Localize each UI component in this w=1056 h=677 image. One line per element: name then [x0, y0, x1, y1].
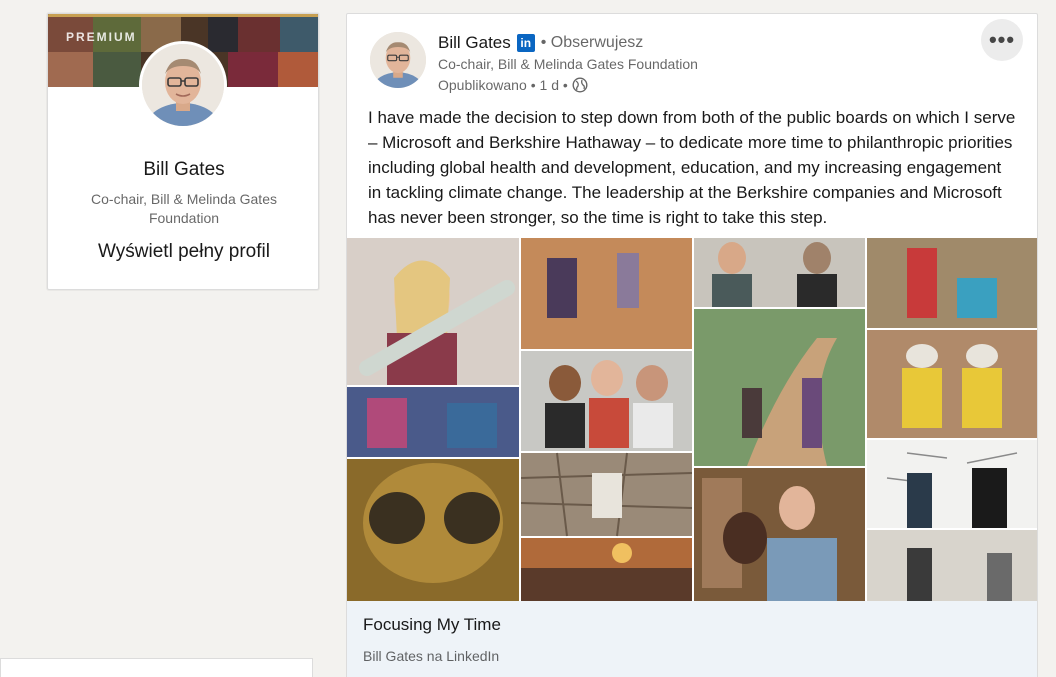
profile-card: PREMIUM Bill Gates Co-chair, Bill & Meli…	[47, 13, 319, 290]
profile-avatar[interactable]	[139, 41, 227, 129]
post-image-collage[interactable]	[347, 238, 1037, 601]
follow-status: • Obserwujesz	[540, 34, 644, 51]
published-label: Opublikowano	[438, 77, 527, 93]
author-avatar[interactable]	[370, 32, 426, 88]
globe-icon	[572, 77, 588, 93]
linkedin-icon: in	[516, 34, 535, 52]
post-meta: Opublikowano • 1 d •	[438, 76, 588, 94]
author-row: Bill Gates in • Obserwujesz	[438, 32, 643, 54]
premium-label: PREMIUM	[66, 30, 137, 44]
author-name[interactable]: Bill Gates	[438, 33, 511, 53]
author-headline: Co-chair, Bill & Melinda Gates Foundatio…	[438, 56, 698, 72]
sidebar-card	[0, 658, 313, 677]
view-full-profile-link[interactable]: Wyświetl pełny profil	[48, 241, 318, 263]
feed-post: Bill Gates in • Obserwujesz Co-chair, Bi…	[346, 13, 1038, 677]
post-text: I have made the decision to step down fr…	[368, 108, 1016, 227]
bill-gates-photo	[142, 44, 224, 126]
article-source: Bill Gates na LinkedIn	[363, 648, 500, 664]
profile-headline: Co-chair, Bill & Melinda Gates Foundatio…	[91, 191, 277, 226]
collage-image	[347, 238, 1037, 601]
more-options-button[interactable]: •••	[981, 19, 1023, 61]
bill-gates-photo	[370, 32, 426, 88]
article-link[interactable]: Focusing My Time Bill Gates na LinkedIn	[347, 601, 1037, 677]
profile-name[interactable]: Bill Gates	[48, 159, 318, 181]
time-ago: • 1 d •	[530, 77, 568, 93]
article-title[interactable]: Focusing My Time	[363, 615, 501, 635]
